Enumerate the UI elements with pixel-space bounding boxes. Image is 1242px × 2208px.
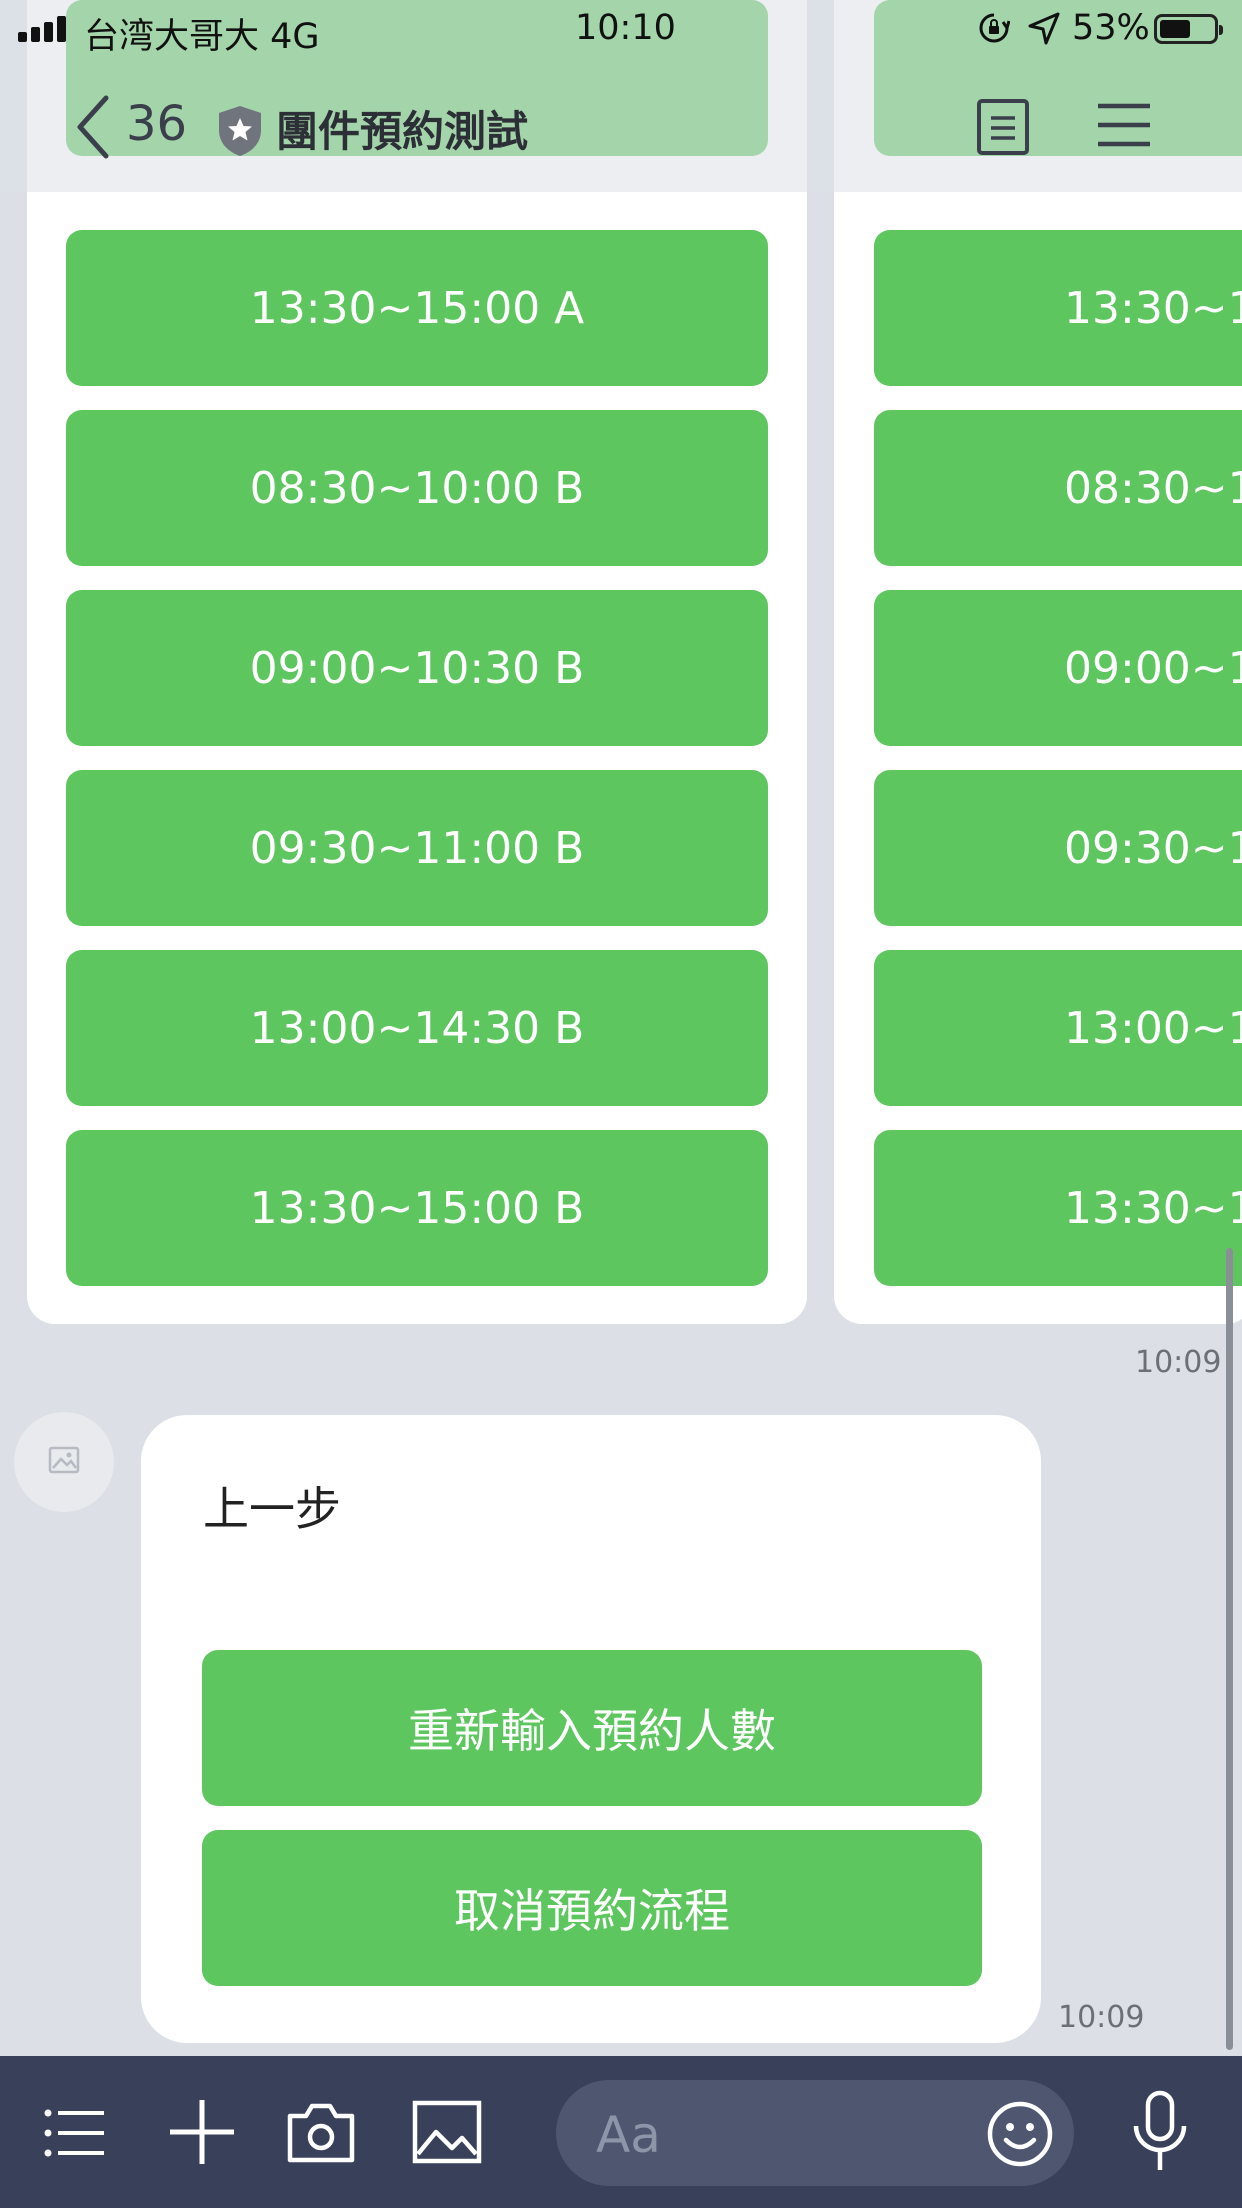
time-slot-button[interactable]: 13:00~1 bbox=[874, 950, 1242, 1106]
message-timestamp: 10:09 bbox=[1135, 1345, 1222, 1380]
quick-reply-bubble: 上一步 重新輸入預約人數 取消預約流程 bbox=[141, 1415, 1041, 2043]
microphone-icon[interactable] bbox=[1130, 2090, 1190, 2174]
image-icon[interactable] bbox=[412, 2100, 482, 2164]
shield-icon bbox=[219, 106, 261, 156]
time-slot-button[interactable]: 09:30~11:00 B bbox=[66, 770, 768, 926]
camera-icon[interactable] bbox=[286, 2102, 356, 2164]
message-input-placeholder: Aa bbox=[596, 2106, 661, 2164]
status-bar: 台湾大哥大 4G 10:10 53% bbox=[0, 0, 1242, 58]
time-slot-button[interactable]: 13:30~15:00 B bbox=[66, 1130, 768, 1286]
message-timestamp: 10:09 bbox=[1058, 2000, 1145, 2035]
reenter-headcount-button[interactable]: 重新輸入預約人數 bbox=[202, 1650, 982, 1806]
image-placeholder-icon bbox=[48, 1446, 80, 1474]
rotation-lock-icon bbox=[979, 13, 1010, 43]
message-input-bar: Aa bbox=[0, 2056, 1242, 2208]
battery-percent: 53% bbox=[1072, 8, 1150, 48]
back-chevron-icon[interactable] bbox=[72, 92, 112, 162]
time-slot-button[interactable]: 08:30~10:00 B bbox=[66, 410, 768, 566]
cancel-booking-button[interactable]: 取消預約流程 bbox=[202, 1830, 982, 1986]
carrier-label: 台湾大哥大 4G bbox=[84, 17, 320, 57]
time-slot-button[interactable]: 13:30~15:00 A bbox=[66, 230, 768, 386]
bubble-title: 上一步 bbox=[203, 1482, 341, 1536]
time-slot-card-1: 13:30~15:00 A 08:30~10:00 B 09:00~10:30 … bbox=[27, 0, 807, 1324]
list-icon[interactable] bbox=[44, 2108, 106, 2158]
time-slot-button[interactable]: 09:30~1 bbox=[874, 770, 1242, 926]
time-slot-button[interactable]: 08:30~1 bbox=[874, 410, 1242, 566]
signal-icon bbox=[18, 16, 72, 42]
time-slot-button[interactable]: 13:00~14:30 B bbox=[66, 950, 768, 1106]
plus-icon[interactable] bbox=[168, 2098, 236, 2166]
note-icon[interactable] bbox=[976, 98, 1030, 156]
message-input[interactable]: Aa bbox=[556, 2080, 1074, 2186]
menu-icon[interactable] bbox=[1096, 102, 1152, 148]
time-slot-card-2: 13:30~1 08:30~1 09:00~1 09:30~1 13:00~1 … bbox=[834, 0, 1242, 1324]
time-slot-button[interactable]: 09:00~1 bbox=[874, 590, 1242, 746]
time-slot-button[interactable]: 09:00~10:30 B bbox=[66, 590, 768, 746]
location-icon bbox=[1028, 12, 1060, 45]
emoji-icon[interactable] bbox=[986, 2100, 1054, 2168]
status-time: 10:10 bbox=[575, 8, 676, 48]
time-slot-button[interactable]: 13:30~1 bbox=[874, 1130, 1242, 1286]
chat-room-title: 團件預約測試 bbox=[276, 107, 529, 156]
battery-icon bbox=[1154, 14, 1223, 44]
scrollbar[interactable] bbox=[1226, 1248, 1233, 2050]
bot-avatar[interactable] bbox=[14, 1412, 114, 1512]
unread-count[interactable]: 36 bbox=[126, 96, 187, 152]
time-slot-button[interactable]: 13:30~1 bbox=[874, 230, 1242, 386]
